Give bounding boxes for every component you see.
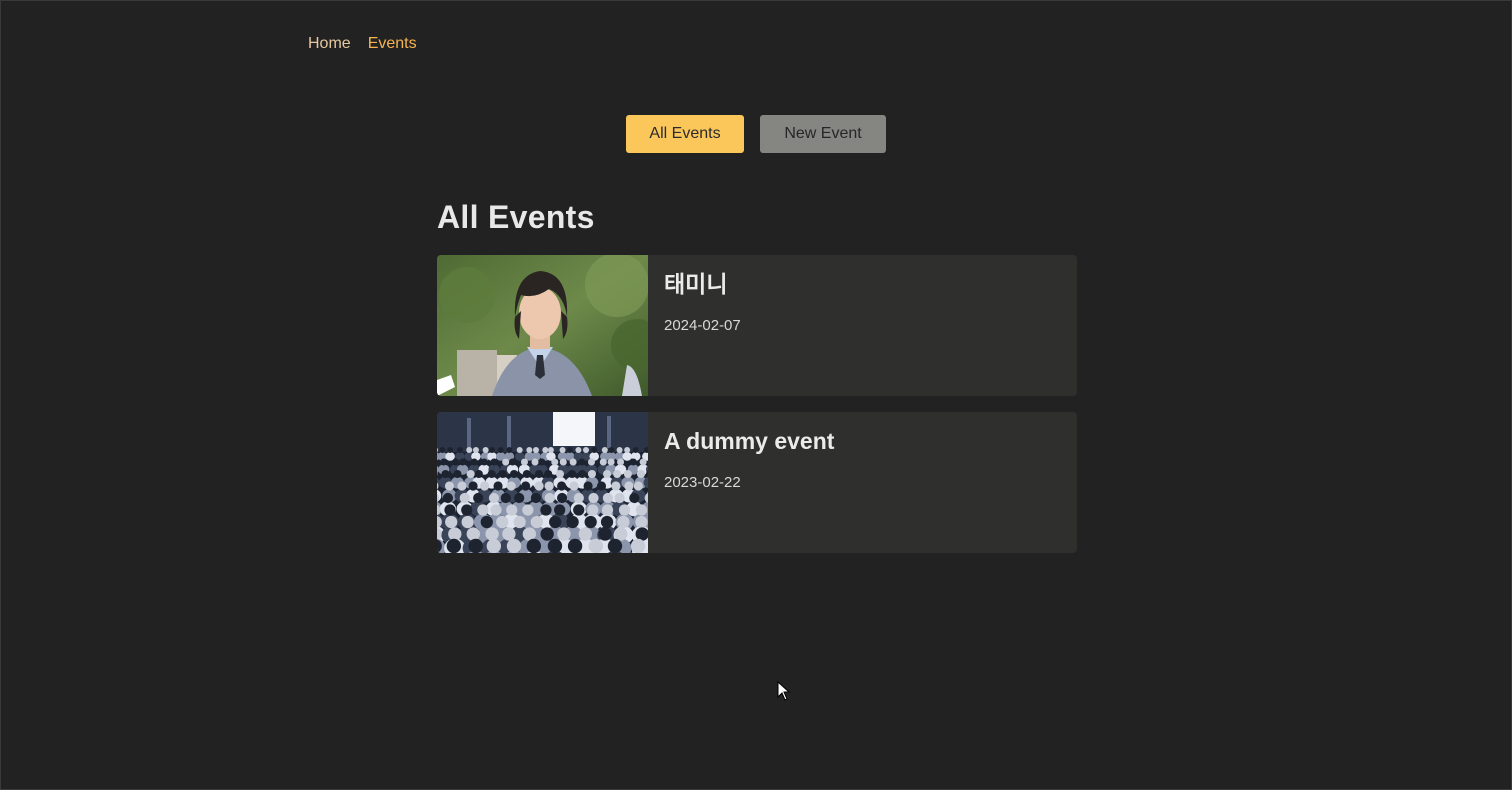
events-list: 태미니 2024-02-07 A dummy event 2023-02-22 [437,255,1077,553]
nav-home-link[interactable]: Home [308,35,351,53]
event-date: 2024-02-07 [664,317,741,334]
mouse-cursor-icon [777,681,791,701]
event-info: 태미니 2024-02-07 [648,255,757,396]
event-title: 태미니 [664,271,728,297]
events-action-bar: All Events New Event [626,115,886,153]
event-image-portrait [437,255,648,396]
event-card[interactable]: A dummy event 2023-02-22 [437,412,1077,553]
page-title: All Events [437,199,595,235]
event-card[interactable]: 태미니 2024-02-07 [437,255,1077,396]
all-events-button[interactable]: All Events [626,115,744,153]
nav-events-link[interactable]: Events [368,35,417,53]
new-event-button[interactable]: New Event [760,115,886,153]
main-navigation: Home Events [308,35,417,53]
event-info: A dummy event 2023-02-22 [648,412,850,553]
page: Home Events All Events New Event All Eve… [0,0,1512,790]
event-image-crowd [437,412,648,553]
event-date: 2023-02-22 [664,474,741,491]
event-title: A dummy event [664,428,835,454]
